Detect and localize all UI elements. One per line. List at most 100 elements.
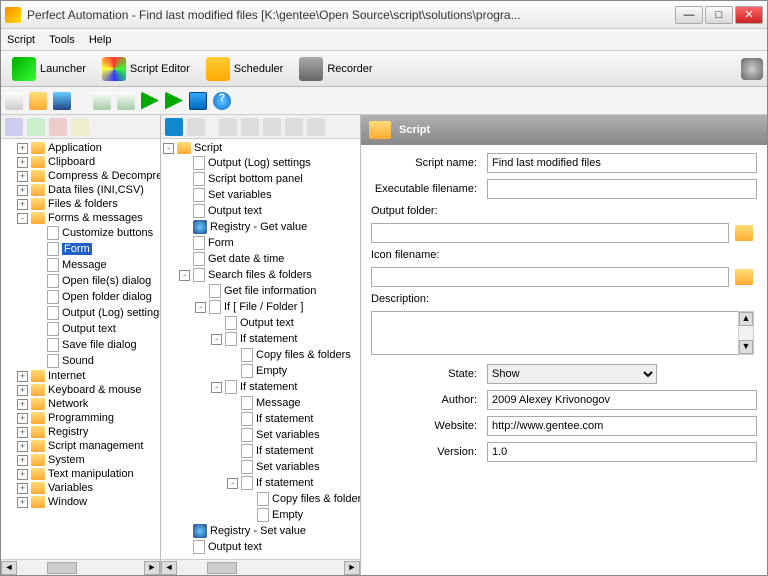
scroll-thumb[interactable]	[207, 562, 237, 574]
view3-icon[interactable]	[49, 118, 67, 136]
tree-item[interactable]: +Script management	[17, 439, 158, 453]
tree-item[interactable]: Output text	[31, 321, 158, 337]
menu-script[interactable]: Script	[7, 34, 35, 46]
collapse-icon[interactable]: -	[211, 382, 222, 393]
expand-icon[interactable]: +	[17, 427, 28, 438]
new-icon[interactable]	[5, 92, 23, 110]
scheduler-button[interactable]: Scheduler	[199, 53, 291, 85]
author-input[interactable]	[487, 390, 757, 410]
expand-icon[interactable]: +	[17, 399, 28, 410]
expand-icon[interactable]: +	[17, 469, 28, 480]
copy2-icon[interactable]	[241, 118, 259, 136]
scroll-up-icon[interactable]: ▲	[739, 312, 753, 326]
tree-item[interactable]: Form	[31, 241, 158, 257]
version-input[interactable]	[487, 442, 757, 462]
back-icon[interactable]	[165, 118, 183, 136]
categories-tree[interactable]: +Application+Clipboard+Compress & Decomp…	[1, 139, 160, 559]
run-icon[interactable]	[141, 92, 159, 110]
expand-icon[interactable]: +	[17, 385, 28, 396]
settings-button[interactable]	[741, 58, 763, 80]
categories-scrollbar[interactable]: ◄ ►	[1, 559, 160, 575]
state-select[interactable]: Show	[487, 364, 657, 384]
tree-item[interactable]: Copy files & folders	[233, 491, 358, 507]
tree-item[interactable]: Set variables	[177, 187, 358, 203]
tree-item[interactable]: Output text	[177, 203, 358, 219]
tree-item[interactable]: +Window	[17, 495, 158, 509]
close-button[interactable]: ✕	[735, 6, 763, 24]
tree-item[interactable]: -If statement	[205, 331, 358, 347]
collapse-icon[interactable]: -	[179, 270, 190, 281]
tree-item[interactable]: Empty	[219, 363, 358, 379]
collapse-icon[interactable]: -	[211, 334, 222, 345]
tree-item[interactable]: Script bottom panel	[177, 171, 358, 187]
tree-item[interactable]: Output text	[205, 315, 358, 331]
tree-item[interactable]: Save file dialog	[31, 337, 158, 353]
exec-input[interactable]	[487, 179, 757, 199]
script-editor-button[interactable]: Script Editor	[95, 53, 197, 85]
tree-item[interactable]: Set variables	[219, 459, 358, 475]
tree-item[interactable]: Open folder dialog	[31, 289, 158, 305]
scroll-left-icon[interactable]: ◄	[161, 561, 177, 575]
icon-file-input[interactable]	[371, 267, 729, 287]
tree-item[interactable]: Output (Log) settings	[177, 155, 358, 171]
expand-icon[interactable]: +	[17, 497, 28, 508]
scroll-thumb[interactable]	[47, 562, 77, 574]
output-folder-input[interactable]	[371, 223, 729, 243]
scroll-right-icon[interactable]: ►	[344, 561, 360, 575]
tree-item[interactable]: -Search files & folders	[177, 267, 358, 283]
tree-item[interactable]: +Text manipulation	[17, 467, 158, 481]
script-scrollbar[interactable]: ◄ ►	[161, 559, 360, 575]
tree-item[interactable]: If statement	[219, 411, 358, 427]
tree-item[interactable]: +Registry	[17, 425, 158, 439]
tree-item[interactable]: Registry - Set value	[177, 523, 358, 539]
website-input[interactable]	[487, 416, 757, 436]
collapse-icon[interactable]: -	[17, 213, 28, 224]
tree-item[interactable]: Registry - Get value	[177, 219, 358, 235]
tree-item[interactable]: Open file(s) dialog	[31, 273, 158, 289]
expand-icon[interactable]: +	[17, 157, 28, 168]
expand-icon[interactable]: +	[17, 455, 28, 466]
tree-item[interactable]: Form	[177, 235, 358, 251]
tree-item[interactable]: Output text	[177, 539, 358, 555]
expand-icon[interactable]: +	[17, 199, 28, 210]
tree-item[interactable]: +Keyboard & mouse	[17, 383, 158, 397]
expand-icon[interactable]: +	[17, 371, 28, 382]
tree-item[interactable]: Sound	[31, 353, 158, 369]
tree-item[interactable]: If statement	[219, 443, 358, 459]
tree-item[interactable]: Empty	[233, 507, 358, 523]
expand-icon[interactable]: +	[17, 185, 28, 196]
recorder-button[interactable]: Recorder	[292, 53, 379, 85]
minimize-button[interactable]: —	[675, 6, 703, 24]
cut-icon[interactable]	[219, 118, 237, 136]
tree-item[interactable]: Copy files & folders	[219, 347, 358, 363]
maximize-button[interactable]: □	[705, 6, 733, 24]
tree-item[interactable]: +Internet	[17, 369, 158, 383]
tree-item[interactable]: +System	[17, 453, 158, 467]
scroll-left-icon[interactable]: ◄	[1, 561, 17, 575]
tree-item[interactable]: Message	[31, 257, 158, 273]
save-icon[interactable]	[53, 92, 71, 110]
scroll-down-icon[interactable]: ▼	[739, 340, 753, 354]
script-tree[interactable]: -ScriptOutput (Log) settingsScript botto…	[161, 139, 360, 559]
expand-icon[interactable]: +	[17, 483, 28, 494]
tree-item[interactable]: Set variables	[219, 427, 358, 443]
browse-icon-button[interactable]	[735, 269, 753, 285]
paste2-icon[interactable]	[263, 118, 281, 136]
scroll-right-icon[interactable]: ►	[144, 561, 160, 575]
view1-icon[interactable]	[5, 118, 23, 136]
launcher-button[interactable]: Launcher	[5, 53, 93, 85]
tree-item[interactable]: +Variables	[17, 481, 158, 495]
collapse-icon[interactable]: -	[227, 478, 238, 489]
collapse-icon[interactable]: -	[195, 302, 206, 313]
tree-item[interactable]: Output (Log) settings	[31, 305, 158, 321]
tree-item[interactable]: +Programming	[17, 411, 158, 425]
help-icon[interactable]: ?	[213, 92, 231, 110]
tree-item[interactable]: Get date & time	[177, 251, 358, 267]
tree-item[interactable]: +Network	[17, 397, 158, 411]
tree-item[interactable]: +Application	[17, 141, 158, 155]
script-name-input[interactable]	[487, 153, 757, 173]
tree-item[interactable]: +Compress & Decompress	[17, 169, 158, 183]
tree-item[interactable]: +Files & folders	[17, 197, 158, 211]
expand-icon[interactable]: +	[17, 143, 28, 154]
expand-icon[interactable]: +	[17, 171, 28, 182]
